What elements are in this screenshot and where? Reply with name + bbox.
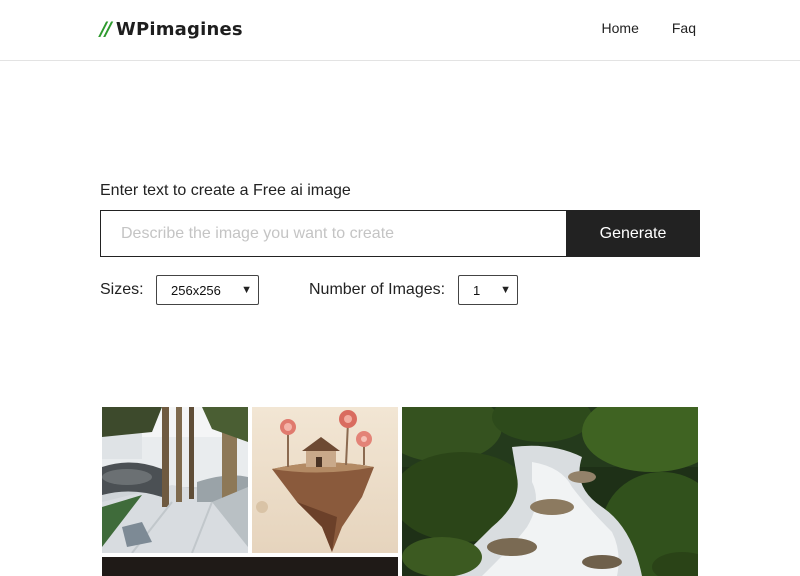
image-count-select[interactable]: 1 ▼ <box>458 275 518 305</box>
site-header: // WPimagines Home Faq <box>0 0 800 61</box>
generate-button[interactable]: Generate <box>566 210 700 257</box>
nav-faq-link[interactable]: Faq <box>672 20 696 36</box>
gallery-image-courtyard[interactable] <box>102 407 248 553</box>
gallery-image-forest-stream[interactable] <box>402 407 698 576</box>
nav-home-link[interactable]: Home <box>602 20 639 36</box>
sizes-label: Sizes: <box>100 281 144 298</box>
main-nav: Home Faq <box>602 20 696 36</box>
gallery-image-floating-island[interactable] <box>252 407 398 553</box>
prompt-form: Generate <box>100 210 700 257</box>
prompt-label: Enter text to create a Free ai image <box>100 182 351 199</box>
generation-options: Sizes: 256x256 ▼ Number of Images: 1 ▼ <box>100 275 700 305</box>
logo-mark: // <box>100 18 112 40</box>
chevron-down-icon: ▼ <box>241 284 252 296</box>
gallery-image-dark[interactable] <box>102 557 398 576</box>
chevron-down-icon: ▼ <box>500 284 511 296</box>
sizes-select[interactable]: 256x256 ▼ <box>156 275 259 305</box>
prompt-input[interactable] <box>100 210 566 257</box>
sizes-select-value: 256x256 <box>171 282 221 298</box>
image-count-label: Number of Images: <box>309 281 446 298</box>
site-logo[interactable]: // WPimagines <box>100 17 243 41</box>
image-count-select-value: 1 <box>473 282 481 298</box>
logo-text: WPimagines <box>115 18 243 40</box>
